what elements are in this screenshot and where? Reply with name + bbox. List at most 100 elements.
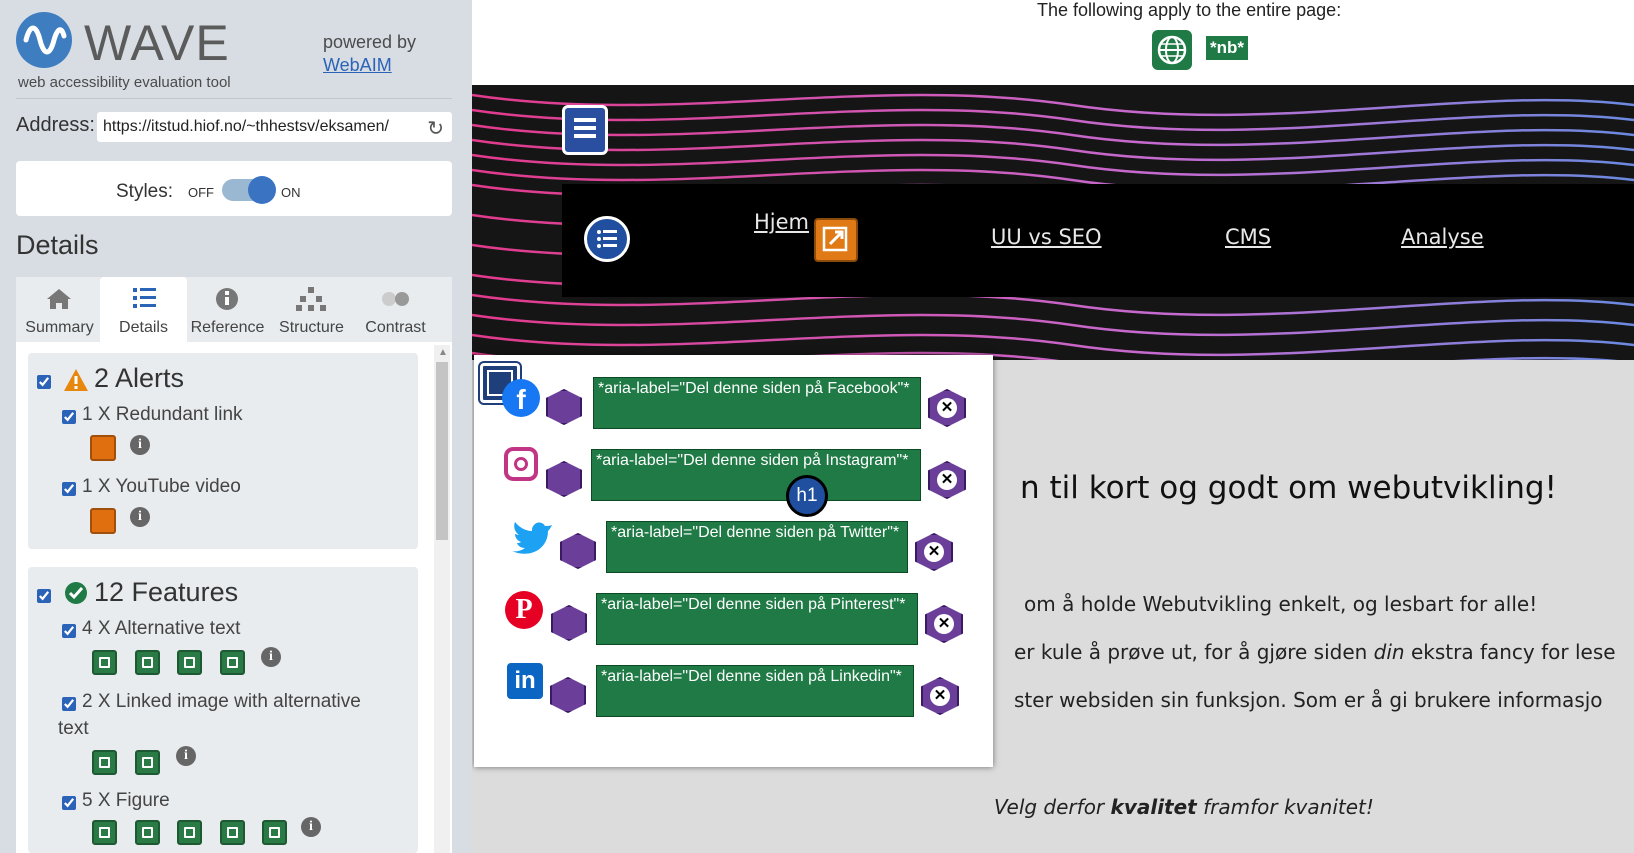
alt-text-info-icon[interactable]: i	[261, 647, 281, 667]
alt-text-icon[interactable]	[135, 650, 160, 675]
nav-link-uu-vs-seo[interactable]: UU vs SEO	[991, 225, 1102, 249]
panel-tabs: Summary Details Reference Structure Cont…	[16, 277, 452, 342]
reload-icon[interactable]: ↻	[427, 116, 444, 141]
tab-details[interactable]: Details	[100, 277, 187, 342]
intro-paragraph-3: ster websiden sin funksjon. Som er å gi …	[1014, 688, 1603, 712]
aria-close-icon[interactable]: ✕	[915, 533, 953, 571]
figure-icon[interactable]	[92, 820, 117, 845]
linked-image-icon[interactable]	[135, 750, 160, 775]
redundant-link-label: 1 X Redundant link	[82, 404, 243, 425]
youtube-video-checkbox[interactable]	[62, 482, 76, 496]
youtube-video-icon[interactable]	[90, 508, 116, 534]
alt-text-checkbox[interactable]	[62, 624, 76, 638]
aria-close-icon[interactable]: ✕	[925, 605, 963, 643]
nav-link-analyse[interactable]: Analyse	[1401, 225, 1484, 249]
quote-line: Velg derfor kvalitet framfor kvanitet!	[994, 795, 1374, 819]
alt-text-label: 4 X Alternative text	[82, 618, 241, 639]
para2-text: er kule å prøve ut, for å gjøre siden	[1014, 640, 1374, 664]
aria-tag-icon[interactable]	[546, 461, 582, 497]
youtube-video-info-icon[interactable]: i	[130, 507, 150, 527]
styles-off-label: OFF	[188, 185, 214, 200]
figure-label: 5 X Figure	[82, 790, 170, 811]
redundant-link-icon[interactable]	[90, 435, 116, 461]
instagram-icon[interactable]	[504, 447, 538, 481]
page-level-notice: The following apply to the entire page:	[1037, 0, 1342, 20]
aria-close-icon[interactable]: ✕	[928, 389, 966, 427]
evaluated-page: The following apply to the entire page: …	[472, 0, 1634, 853]
nav-link-cms[interactable]: CMS	[1225, 225, 1271, 249]
redundant-link-info-icon[interactable]: i	[130, 435, 150, 455]
linked-image-label-cont: text	[58, 718, 89, 739]
redundant-link-checkbox[interactable]	[62, 410, 76, 424]
linked-image-info-icon[interactable]: i	[176, 746, 196, 766]
alerts-group: 2 Alerts 1 X Redundant link i 1 X YouTub…	[28, 353, 418, 549]
webaim-link[interactable]: WebAIM	[323, 55, 392, 76]
redundant-link-alert-icon[interactable]	[814, 218, 858, 262]
share-overlay: f *aria-label="Del denne siden på Facebo…	[474, 355, 993, 767]
header-region-icon[interactable]	[562, 105, 608, 155]
features-checkbox[interactable]	[37, 589, 51, 603]
hero-banner: Hjem UU vs SEO CMS Analyse	[472, 85, 1634, 360]
twitter-icon[interactable]	[512, 519, 554, 555]
quote-bold: kvalitet	[1110, 795, 1197, 819]
features-group: 12 Features 4 X Alternative text i 2 X L…	[28, 567, 418, 853]
share-row-pinterest: P *aria-label="Del denne siden på Pinter…	[474, 585, 993, 655]
aria-close-icon[interactable]: ✕	[921, 677, 959, 715]
share-row-instagram: *aria-label="Del denne siden på Instagra…	[474, 441, 993, 511]
linked-image-icon[interactable]	[92, 750, 117, 775]
aria-close-icon[interactable]: ✕	[928, 461, 966, 499]
tab-structure[interactable]: Structure	[268, 277, 355, 342]
tab-summary[interactable]: Summary	[16, 277, 103, 342]
facebook-icon[interactable]: f	[502, 379, 540, 417]
figure-icon[interactable]	[220, 820, 245, 845]
pinterest-icon[interactable]: P	[505, 591, 543, 629]
globe-language-icon[interactable]	[1152, 30, 1192, 70]
alerts-checkbox[interactable]	[37, 375, 51, 389]
figure-icon[interactable]	[262, 820, 287, 845]
figure-checkbox[interactable]	[62, 796, 76, 810]
aria-tag-icon[interactable]	[550, 677, 586, 713]
figure-info-icon[interactable]: i	[301, 817, 321, 837]
wave-sidebar: WAVE web accessibility evaluation tool p…	[0, 0, 472, 853]
nav-link-hjem[interactable]: Hjem	[754, 210, 809, 234]
aria-label-pinterest: *aria-label="Del denne siden på Pinteres…	[596, 593, 918, 645]
h1-heading-badge[interactable]: h1	[786, 475, 828, 517]
tab-contrast[interactable]: Contrast	[352, 277, 439, 342]
styles-on-label: ON	[281, 185, 301, 200]
list-icon	[100, 285, 187, 313]
info-icon	[184, 285, 271, 313]
alt-text-icon[interactable]	[92, 650, 117, 675]
tab-reference[interactable]: Reference	[184, 277, 271, 342]
language-badge[interactable]: *nb*	[1206, 36, 1248, 60]
aria-tag-icon[interactable]	[546, 389, 582, 425]
aria-tag-icon[interactable]	[560, 533, 596, 569]
figure-icon[interactable]	[177, 820, 202, 845]
share-row-facebook: f *aria-label="Del denne siden på Facebo…	[474, 369, 993, 439]
tab-label: Summary	[25, 319, 94, 336]
aria-label-linkedin: *aria-label="Del denne siden på Linkedin…	[596, 665, 914, 717]
share-row-linkedin: in *aria-label="Del denne siden på Linke…	[474, 657, 993, 727]
styles-toggle[interactable]	[222, 176, 276, 204]
linked-image-checkbox[interactable]	[62, 697, 76, 711]
alerts-title: 2 Alerts	[94, 363, 185, 393]
quote-text: Velg derfor	[994, 795, 1111, 819]
scroll-up-arrow[interactable]: ▲	[438, 347, 448, 358]
page-heading: n til kort og godt om webutvikling!	[1020, 470, 1557, 506]
panel-scrollbar[interactable]: ▲	[434, 345, 450, 853]
alt-text-icon[interactable]	[220, 650, 245, 675]
navigation-region-icon[interactable]	[584, 216, 630, 262]
figure-icon[interactable]	[135, 820, 160, 845]
address-field[interactable]: ↻	[97, 112, 452, 142]
para2-text-end: ekstra fancy for lese	[1404, 640, 1616, 664]
wave-logo-text: WAVE	[84, 15, 230, 71]
styles-label: Styles:	[116, 181, 174, 202]
linkedin-icon[interactable]: in	[507, 663, 543, 699]
alt-text-icon[interactable]	[177, 650, 202, 675]
alert-warning-icon	[64, 369, 88, 391]
address-input[interactable]	[103, 118, 415, 136]
features-title: 12 Features	[94, 577, 239, 607]
styles-toggle-panel: Styles: OFF ON	[16, 161, 452, 216]
scroll-thumb[interactable]	[436, 362, 448, 540]
aria-tag-icon[interactable]	[551, 605, 587, 641]
divider	[16, 98, 452, 99]
